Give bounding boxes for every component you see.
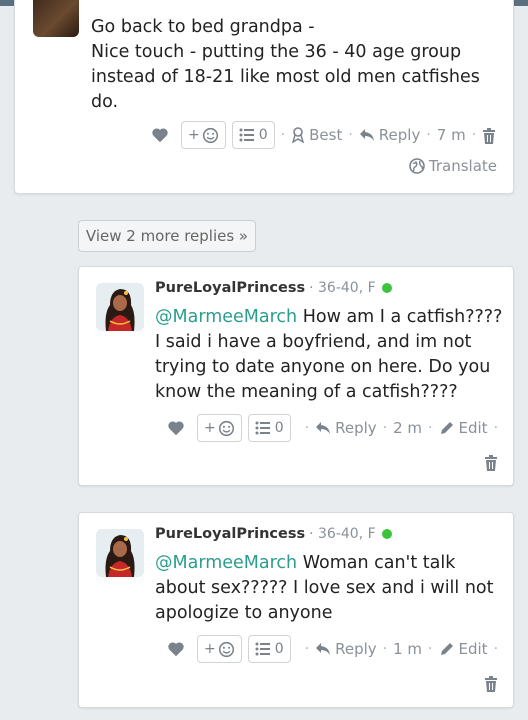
comment-card: Go back to bed grandpa - Nice touch - pu… [14, 0, 514, 194]
reply-card: PureLoyalPrincess · 36-40, F @MarmeeMarc… [78, 512, 514, 708]
edit-button[interactable]: Edit [439, 419, 488, 437]
list-icon [255, 421, 270, 435]
globe-icon [409, 158, 425, 174]
avatar[interactable] [96, 283, 144, 331]
mention-link[interactable]: @MarmeeMarch [155, 553, 297, 573]
user-demographics: · 36-40, F [309, 280, 376, 296]
translate-button[interactable]: Translate [409, 157, 497, 175]
reply-body: @MarmeeMarch How am I a catfish???? I sa… [155, 307, 503, 402]
reply-meta: PureLoyalPrincess · 36-40, F [155, 526, 392, 542]
smiley-icon [218, 420, 234, 436]
smiley-icon [202, 127, 218, 143]
award-icon [292, 127, 305, 143]
list-count-button[interactable]: 0 [231, 121, 275, 149]
smiley-icon [218, 641, 234, 657]
reply-actions: + 0 · Reply · 1 m · Edit · [167, 635, 504, 663]
reply-actions: + 0 · Reply · 2 m · Edit · [167, 414, 504, 442]
username-link[interactable]: PureLoyalPrincess [155, 280, 305, 296]
list-icon [239, 128, 254, 142]
online-indicator [381, 283, 392, 293]
list-count-button[interactable]: 0 [247, 635, 291, 663]
reply-icon [316, 643, 331, 655]
heart-icon[interactable] [167, 641, 185, 657]
add-reaction-button[interactable]: + [197, 635, 242, 663]
edit-button[interactable]: Edit [439, 640, 488, 658]
trash-icon[interactable] [482, 126, 496, 144]
trash-icon[interactable] [484, 673, 498, 692]
add-reaction-button[interactable]: + [197, 414, 242, 442]
online-indicator [381, 529, 392, 539]
reply-body: @MarmeeMarch Woman can't talk about sex?… [155, 553, 494, 623]
heart-icon[interactable] [151, 127, 169, 143]
avatar[interactable] [33, 0, 79, 37]
comment-actions: + 0 · Best · Reply · 7 m · [151, 121, 496, 149]
comment-body: Go back to bed grandpa - Nice touch - pu… [91, 17, 480, 112]
trash-icon[interactable] [484, 452, 498, 471]
reply-button[interactable]: Reply [315, 419, 377, 437]
list-count-button[interactable]: 0 [247, 414, 291, 442]
reply-card: PureLoyalPrincess · 36-40, F @MarmeeMarc… [78, 266, 514, 486]
reply-icon [359, 129, 374, 141]
avatar[interactable] [96, 529, 144, 577]
mention-link[interactable]: @MarmeeMarch [155, 307, 297, 327]
user-demographics: · 36-40, F [309, 526, 376, 542]
list-icon [255, 642, 270, 656]
timestamp: 1 m [393, 640, 423, 658]
username-link[interactable]: PureLoyalPrincess [155, 526, 305, 542]
heart-icon[interactable] [167, 420, 185, 436]
pencil-icon [440, 422, 453, 434]
timestamp: 2 m [393, 419, 423, 437]
timestamp: 7 m [436, 126, 466, 144]
reply-icon [316, 422, 331, 434]
reply-meta: PureLoyalPrincess · 36-40, F [155, 280, 392, 296]
view-more-replies-button[interactable]: View 2 more replies » [78, 220, 256, 252]
pencil-icon [440, 643, 453, 655]
reply-button[interactable]: Reply [315, 640, 377, 658]
best-button[interactable]: Best [291, 126, 342, 144]
reply-button[interactable]: Reply [359, 126, 420, 144]
add-reaction-button[interactable]: + [181, 121, 226, 149]
